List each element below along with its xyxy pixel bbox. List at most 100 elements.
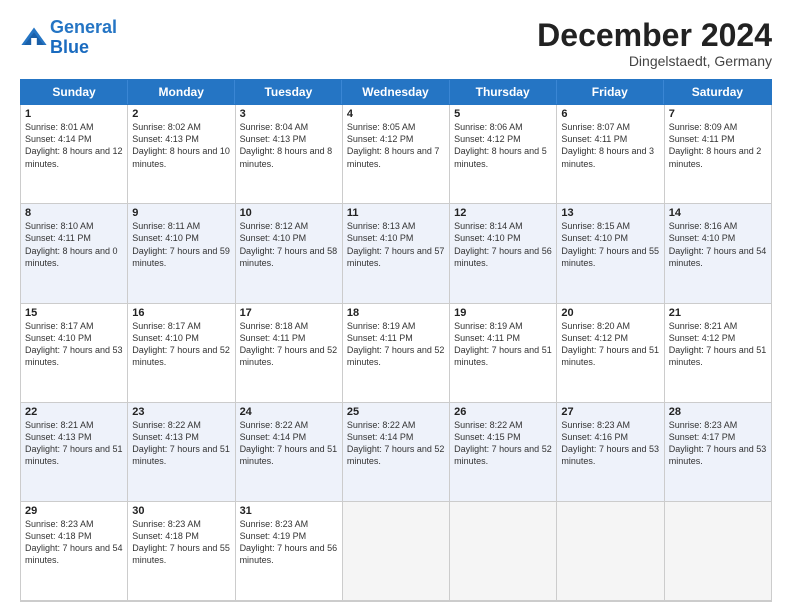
- calendar-cell: 5Sunrise: 8:06 AMSunset: 4:12 PMDaylight…: [450, 105, 557, 204]
- day-number: 12: [454, 207, 552, 219]
- calendar-cell: 23Sunrise: 8:22 AMSunset: 4:13 PMDayligh…: [128, 403, 235, 502]
- logo: General Blue: [20, 18, 117, 58]
- day-number: 28: [669, 406, 767, 418]
- day-header-tuesday: Tuesday: [235, 80, 342, 104]
- calendar-cell: 20Sunrise: 8:20 AMSunset: 4:12 PMDayligh…: [557, 304, 664, 403]
- cell-info: Sunrise: 8:10 AMSunset: 4:11 PMDaylight:…: [25, 220, 123, 269]
- calendar-header: SundayMondayTuesdayWednesdayThursdayFrid…: [20, 79, 772, 105]
- calendar-cell: 15Sunrise: 8:17 AMSunset: 4:10 PMDayligh…: [21, 304, 128, 403]
- calendar-cell: 24Sunrise: 8:22 AMSunset: 4:14 PMDayligh…: [236, 403, 343, 502]
- month-title: December 2024: [537, 18, 772, 53]
- cell-info: Sunrise: 8:23 AMSunset: 4:16 PMDaylight:…: [561, 419, 659, 468]
- calendar-week-3: 15Sunrise: 8:17 AMSunset: 4:10 PMDayligh…: [21, 304, 772, 403]
- day-number: 22: [25, 406, 123, 418]
- calendar-cell: [450, 502, 557, 601]
- day-number: 7: [669, 108, 767, 120]
- logo-text: General Blue: [50, 18, 117, 58]
- day-number: 14: [669, 207, 767, 219]
- page: General Blue December 2024 Dingelstaedt,…: [0, 0, 792, 612]
- cell-info: Sunrise: 8:01 AMSunset: 4:14 PMDaylight:…: [25, 121, 123, 170]
- calendar-week-2: 8Sunrise: 8:10 AMSunset: 4:11 PMDaylight…: [21, 204, 772, 303]
- calendar-cell: [343, 502, 450, 601]
- calendar-cell: 17Sunrise: 8:18 AMSunset: 4:11 PMDayligh…: [236, 304, 343, 403]
- calendar-cell: 7Sunrise: 8:09 AMSunset: 4:11 PMDaylight…: [665, 105, 772, 204]
- day-number: 18: [347, 307, 445, 319]
- calendar-cell: 25Sunrise: 8:22 AMSunset: 4:14 PMDayligh…: [343, 403, 450, 502]
- day-number: 20: [561, 307, 659, 319]
- day-number: 2: [132, 108, 230, 120]
- location-title: Dingelstaedt, Germany: [537, 53, 772, 69]
- day-number: 25: [347, 406, 445, 418]
- cell-info: Sunrise: 8:17 AMSunset: 4:10 PMDaylight:…: [25, 320, 123, 369]
- cell-info: Sunrise: 8:21 AMSunset: 4:13 PMDaylight:…: [25, 419, 123, 468]
- cell-info: Sunrise: 8:15 AMSunset: 4:10 PMDaylight:…: [561, 220, 659, 269]
- day-number: 29: [25, 505, 123, 517]
- cell-info: Sunrise: 8:20 AMSunset: 4:12 PMDaylight:…: [561, 320, 659, 369]
- calendar-cell: 8Sunrise: 8:10 AMSunset: 4:11 PMDaylight…: [21, 204, 128, 303]
- cell-info: Sunrise: 8:17 AMSunset: 4:10 PMDaylight:…: [132, 320, 230, 369]
- day-number: 24: [240, 406, 338, 418]
- calendar-body: 1Sunrise: 8:01 AMSunset: 4:14 PMDaylight…: [20, 105, 772, 602]
- cell-info: Sunrise: 8:19 AMSunset: 4:11 PMDaylight:…: [347, 320, 445, 369]
- day-number: 19: [454, 307, 552, 319]
- calendar-cell: 12Sunrise: 8:14 AMSunset: 4:10 PMDayligh…: [450, 204, 557, 303]
- header: General Blue December 2024 Dingelstaedt,…: [20, 18, 772, 69]
- cell-info: Sunrise: 8:14 AMSunset: 4:10 PMDaylight:…: [454, 220, 552, 269]
- calendar-cell: [557, 502, 664, 601]
- day-number: 1: [25, 108, 123, 120]
- day-number: 4: [347, 108, 445, 120]
- cell-info: Sunrise: 8:09 AMSunset: 4:11 PMDaylight:…: [669, 121, 767, 170]
- cell-info: Sunrise: 8:21 AMSunset: 4:12 PMDaylight:…: [669, 320, 767, 369]
- day-number: 15: [25, 307, 123, 319]
- day-number: 3: [240, 108, 338, 120]
- calendar-cell: 27Sunrise: 8:23 AMSunset: 4:16 PMDayligh…: [557, 403, 664, 502]
- cell-info: Sunrise: 8:23 AMSunset: 4:19 PMDaylight:…: [240, 518, 338, 567]
- cell-info: Sunrise: 8:19 AMSunset: 4:11 PMDaylight:…: [454, 320, 552, 369]
- calendar-cell: 30Sunrise: 8:23 AMSunset: 4:18 PMDayligh…: [128, 502, 235, 601]
- calendar-cell: 26Sunrise: 8:22 AMSunset: 4:15 PMDayligh…: [450, 403, 557, 502]
- cell-info: Sunrise: 8:13 AMSunset: 4:10 PMDaylight:…: [347, 220, 445, 269]
- cell-info: Sunrise: 8:22 AMSunset: 4:14 PMDaylight:…: [240, 419, 338, 468]
- cell-info: Sunrise: 8:23 AMSunset: 4:18 PMDaylight:…: [25, 518, 123, 567]
- calendar-cell: 19Sunrise: 8:19 AMSunset: 4:11 PMDayligh…: [450, 304, 557, 403]
- day-number: 30: [132, 505, 230, 517]
- calendar-cell: 2Sunrise: 8:02 AMSunset: 4:13 PMDaylight…: [128, 105, 235, 204]
- day-number: 6: [561, 108, 659, 120]
- day-number: 23: [132, 406, 230, 418]
- calendar-cell: 10Sunrise: 8:12 AMSunset: 4:10 PMDayligh…: [236, 204, 343, 303]
- calendar-cell: 29Sunrise: 8:23 AMSunset: 4:18 PMDayligh…: [21, 502, 128, 601]
- day-number: 26: [454, 406, 552, 418]
- day-header-sunday: Sunday: [21, 80, 128, 104]
- cell-info: Sunrise: 8:23 AMSunset: 4:17 PMDaylight:…: [669, 419, 767, 468]
- day-header-monday: Monday: [128, 80, 235, 104]
- day-number: 17: [240, 307, 338, 319]
- day-number: 9: [132, 207, 230, 219]
- day-header-wednesday: Wednesday: [342, 80, 449, 104]
- day-header-saturday: Saturday: [664, 80, 771, 104]
- cell-info: Sunrise: 8:16 AMSunset: 4:10 PMDaylight:…: [669, 220, 767, 269]
- cell-info: Sunrise: 8:07 AMSunset: 4:11 PMDaylight:…: [561, 121, 659, 170]
- cell-info: Sunrise: 8:11 AMSunset: 4:10 PMDaylight:…: [132, 220, 230, 269]
- calendar: SundayMondayTuesdayWednesdayThursdayFrid…: [20, 79, 772, 602]
- day-number: 13: [561, 207, 659, 219]
- cell-info: Sunrise: 8:22 AMSunset: 4:13 PMDaylight:…: [132, 419, 230, 468]
- calendar-cell: 3Sunrise: 8:04 AMSunset: 4:13 PMDaylight…: [236, 105, 343, 204]
- cell-info: Sunrise: 8:02 AMSunset: 4:13 PMDaylight:…: [132, 121, 230, 170]
- cell-info: Sunrise: 8:22 AMSunset: 4:15 PMDaylight:…: [454, 419, 552, 468]
- day-number: 31: [240, 505, 338, 517]
- day-number: 5: [454, 108, 552, 120]
- cell-info: Sunrise: 8:06 AMSunset: 4:12 PMDaylight:…: [454, 121, 552, 170]
- day-number: 11: [347, 207, 445, 219]
- calendar-cell: 16Sunrise: 8:17 AMSunset: 4:10 PMDayligh…: [128, 304, 235, 403]
- day-header-friday: Friday: [557, 80, 664, 104]
- calendar-cell: 9Sunrise: 8:11 AMSunset: 4:10 PMDaylight…: [128, 204, 235, 303]
- day-number: 10: [240, 207, 338, 219]
- calendar-cell: 13Sunrise: 8:15 AMSunset: 4:10 PMDayligh…: [557, 204, 664, 303]
- logo-icon: [20, 24, 48, 52]
- calendar-cell: 21Sunrise: 8:21 AMSunset: 4:12 PMDayligh…: [665, 304, 772, 403]
- calendar-cell: 1Sunrise: 8:01 AMSunset: 4:14 PMDaylight…: [21, 105, 128, 204]
- calendar-week-4: 22Sunrise: 8:21 AMSunset: 4:13 PMDayligh…: [21, 403, 772, 502]
- day-number: 21: [669, 307, 767, 319]
- calendar-week-5: 29Sunrise: 8:23 AMSunset: 4:18 PMDayligh…: [21, 502, 772, 601]
- calendar-cell: 28Sunrise: 8:23 AMSunset: 4:17 PMDayligh…: [665, 403, 772, 502]
